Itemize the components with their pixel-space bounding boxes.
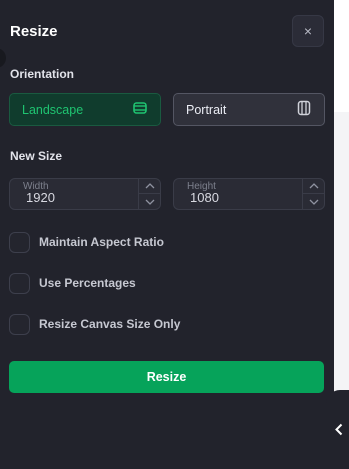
new-size-label: New Size bbox=[10, 149, 63, 163]
collapse-panel-button[interactable] bbox=[331, 420, 347, 438]
width-stepper bbox=[138, 179, 160, 209]
dialog-title: Resize bbox=[10, 23, 58, 40]
width-increment-button[interactable] bbox=[139, 179, 160, 194]
chevron-up-icon bbox=[145, 183, 154, 189]
portrait-icon bbox=[296, 100, 312, 119]
resize-dialog-panel: Resize × Orientation Landscape Portrait bbox=[0, 0, 334, 469]
orientation-label: Orientation bbox=[10, 67, 75, 81]
panel-edge-handle bbox=[0, 48, 6, 68]
width-input[interactable] bbox=[26, 190, 126, 205]
width-field: Width bbox=[9, 178, 161, 210]
width-decrement-button[interactable] bbox=[139, 194, 160, 209]
use-percentages-checkbox[interactable] bbox=[9, 272, 30, 294]
resize-canvas-only-checkbox[interactable] bbox=[9, 313, 30, 335]
maintain-aspect-ratio-checkbox[interactable] bbox=[9, 231, 30, 253]
close-icon: × bbox=[303, 23, 313, 39]
portrait-button[interactable]: Portrait bbox=[173, 93, 325, 126]
height-field: Height bbox=[173, 178, 325, 210]
landscape-label: Landscape bbox=[22, 102, 84, 117]
height-input[interactable] bbox=[190, 190, 290, 205]
close-button[interactable]: × bbox=[292, 15, 324, 47]
height-stepper bbox=[302, 179, 324, 209]
maintain-aspect-ratio-option[interactable]: Maintain Aspect Ratio bbox=[9, 231, 164, 253]
portrait-label: Portrait bbox=[186, 102, 227, 117]
resize-canvas-only-label: Resize Canvas Size Only bbox=[39, 317, 181, 331]
chevron-left-icon bbox=[335, 423, 343, 435]
landscape-button[interactable]: Landscape bbox=[9, 93, 161, 126]
resize-canvas-only-option[interactable]: Resize Canvas Size Only bbox=[9, 313, 180, 335]
height-increment-button[interactable] bbox=[303, 179, 324, 194]
resize-screen: Resize × Orientation Landscape Portrait bbox=[0, 0, 349, 469]
resize-button[interactable]: Resize bbox=[9, 361, 324, 393]
use-percentages-option[interactable]: Use Percentages bbox=[9, 272, 136, 294]
landscape-icon bbox=[132, 101, 148, 118]
maintain-aspect-ratio-label: Maintain Aspect Ratio bbox=[39, 235, 164, 249]
chevron-up-icon bbox=[309, 183, 318, 189]
chevron-down-icon bbox=[309, 199, 318, 205]
use-percentages-label: Use Percentages bbox=[39, 276, 136, 290]
height-decrement-button[interactable] bbox=[303, 194, 324, 209]
chevron-down-icon bbox=[145, 199, 154, 205]
